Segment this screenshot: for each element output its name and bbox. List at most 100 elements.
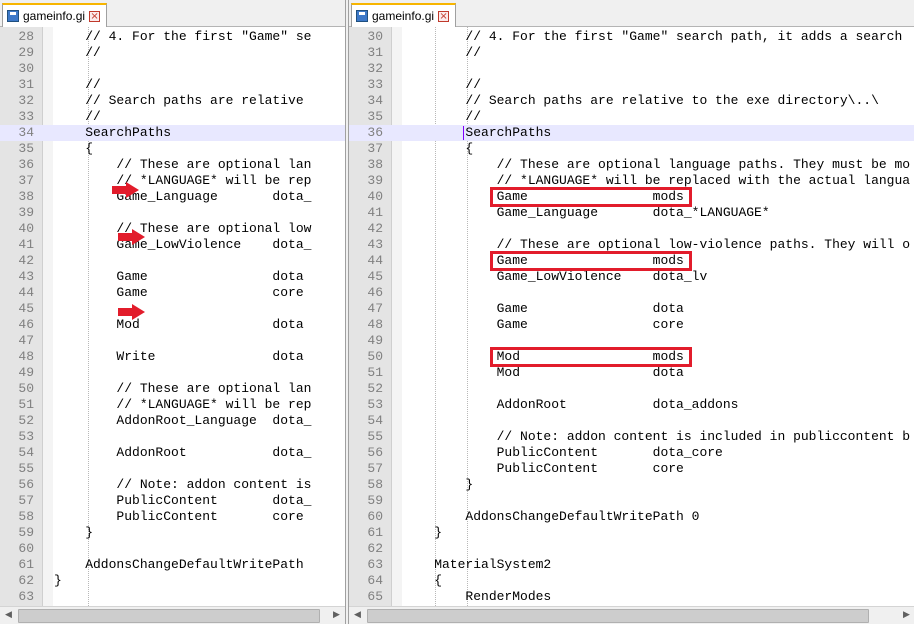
code-line[interactable]: 38 Game_Language dota_	[0, 189, 345, 205]
code-line[interactable]: 62}	[0, 573, 345, 589]
code-line[interactable]: 59 }	[0, 525, 345, 541]
right-code-editor[interactable]: 30 // 4. For the first "Game" search pat…	[349, 27, 914, 606]
code-line[interactable]: 54 AddonRoot dota_	[0, 445, 345, 461]
code-line[interactable]: 53 AddonRoot dota_addons	[349, 397, 914, 413]
left-code-editor[interactable]: 28 // 4. For the first "Game" se 29 //30 3…	[0, 27, 345, 606]
close-icon[interactable]: ×	[438, 10, 450, 22]
code-line[interactable]: 47	[0, 333, 345, 349]
code-line[interactable]: 30	[0, 61, 345, 77]
code-line[interactable]: 56 PublicContent dota_core	[349, 445, 914, 461]
left-horizontal-scrollbar[interactable]: ◀ ▶	[0, 606, 345, 624]
code-line[interactable]: 48 Game core	[349, 317, 914, 333]
code-line[interactable]: 65 RenderModes	[349, 589, 914, 605]
code-line[interactable]: 30 // 4. For the first "Game" search pat…	[349, 29, 914, 45]
line-number: 41	[367, 205, 383, 220]
code-text: Game core	[54, 285, 304, 300]
scroll-right-arrow-icon[interactable]: ▶	[328, 607, 345, 624]
code-text: {	[54, 141, 94, 156]
code-line[interactable]: 64 {	[349, 573, 914, 589]
code-line[interactable]: 45	[0, 301, 345, 317]
code-text: Game_LowViolence dota_	[54, 237, 312, 252]
code-line[interactable]: 55	[0, 461, 345, 477]
code-text: // Note: addon content is included in pu…	[403, 429, 911, 444]
right-file-tab[interactable]: gameinfo.gi ×	[351, 3, 457, 27]
code-text: AddonRoot dota_addons	[403, 397, 739, 412]
code-line[interactable]: 36 // These are optional lan	[0, 157, 345, 173]
left-file-tab[interactable]: gameinfo.gi ×	[2, 3, 108, 27]
code-text: // These are optional low	[54, 221, 312, 236]
code-line[interactable]: 55 // Note: addon content is included in…	[349, 429, 914, 445]
code-line[interactable]: 48 Write dota	[0, 349, 345, 365]
code-line[interactable]: 46 Mod dota	[0, 317, 345, 333]
code-text: MaterialSystem2	[403, 557, 552, 572]
code-line[interactable]: 59	[349, 493, 914, 509]
scroll-right-arrow-icon[interactable]: ▶	[898, 607, 914, 624]
code-line[interactable]: 35 //	[349, 109, 914, 125]
code-line[interactable]: 63	[0, 589, 345, 605]
code-text: // These are optional lan	[54, 157, 312, 172]
line-number: 58	[18, 509, 34, 524]
code-line[interactable]: 35 {	[0, 141, 345, 157]
code-line[interactable]: 28 // 4. For the first "Game" se	[0, 29, 345, 45]
code-line[interactable]: 47 Game dota	[349, 301, 914, 317]
code-line[interactable]: 42	[0, 253, 345, 269]
code-line[interactable]: 51 Mod dota	[349, 365, 914, 381]
code-line[interactable]: 44 Game core	[0, 285, 345, 301]
code-text: Mod dota	[54, 317, 304, 332]
code-line[interactable]: 33 //	[349, 77, 914, 93]
code-line[interactable]: 63 MaterialSystem2	[349, 557, 914, 573]
annotation-arrow-icon	[118, 229, 145, 245]
right-horizontal-scrollbar[interactable]: ◀ ▶	[349, 606, 914, 624]
left-scroll-thumb[interactable]	[18, 609, 320, 623]
code-text: // *LANGUAGE* will be rep	[54, 173, 312, 188]
code-line[interactable]: 52 AddonRoot_Language dota_	[0, 413, 345, 429]
code-line[interactable]: 50 // These are optional lan	[0, 381, 345, 397]
right-scroll-thumb[interactable]	[367, 609, 869, 623]
code-line[interactable]: 61 AddonsChangeDefaultWritePath	[0, 557, 345, 573]
code-line[interactable]: 54	[349, 413, 914, 429]
code-line[interactable]: 33 //	[0, 109, 345, 125]
code-line[interactable]: 36 SearchPaths	[349, 125, 914, 141]
line-number: 37	[18, 173, 34, 188]
code-text: Game_Language dota_*LANGUAGE*	[403, 205, 770, 220]
code-line[interactable]: 29 //	[0, 45, 345, 61]
code-line[interactable]: 60	[0, 541, 345, 557]
code-line[interactable]: 41 Game_LowViolence dota_	[0, 237, 345, 253]
code-line[interactable]: 32 // Search paths are relative	[0, 93, 345, 109]
code-line[interactable]: 34 SearchPaths	[0, 125, 345, 141]
code-line[interactable]: 46	[349, 285, 914, 301]
code-line[interactable]: 45 Game_LowViolence dota_lv	[349, 269, 914, 285]
code-line[interactable]: 38 // These are optional language paths.…	[349, 157, 914, 173]
code-line[interactable]: 49	[0, 365, 345, 381]
code-line[interactable]: 60 AddonsChangeDefaultWritePath 0	[349, 509, 914, 525]
code-line[interactable]: 42	[349, 221, 914, 237]
code-line[interactable]: 58 }	[349, 477, 914, 493]
code-line[interactable]: 37 {	[349, 141, 914, 157]
scroll-left-arrow-icon[interactable]: ◀	[0, 607, 17, 624]
code-line[interactable]: 31 //	[349, 45, 914, 61]
code-line[interactable]: 62	[349, 541, 914, 557]
code-line[interactable]: 37 // *LANGUAGE* will be rep	[0, 173, 345, 189]
code-line[interactable]: 58 PublicContent core	[0, 509, 345, 525]
code-line[interactable]: 31 //	[0, 77, 345, 93]
code-line[interactable]: 41 Game_Language dota_*LANGUAGE*	[349, 205, 914, 221]
code-line[interactable]: 57 PublicContent dota_	[0, 493, 345, 509]
code-text: // These are optional language paths. Th…	[403, 157, 911, 172]
code-line[interactable]: 43 Game dota	[0, 269, 345, 285]
code-line[interactable]: 51 // *LANGUAGE* will be rep	[0, 397, 345, 413]
scroll-left-arrow-icon[interactable]: ◀	[349, 607, 366, 624]
code-line[interactable]: 57 PublicContent core	[349, 461, 914, 477]
line-number: 57	[18, 493, 34, 508]
code-line[interactable]: 39	[0, 205, 345, 221]
code-line[interactable]: 52	[349, 381, 914, 397]
code-line[interactable]: 34 // Search paths are relative to the e…	[349, 93, 914, 109]
code-line[interactable]: 53	[0, 429, 345, 445]
code-line[interactable]: 56 // Note: addon content is	[0, 477, 345, 493]
code-line[interactable]: 32	[349, 61, 914, 77]
close-icon[interactable]: ×	[89, 10, 101, 22]
code-line[interactable]: 40 // These are optional low	[0, 221, 345, 237]
code-text: }	[54, 573, 62, 588]
left-tab-title: gameinfo.gi	[23, 9, 86, 23]
line-number: 51	[18, 397, 34, 412]
code-line[interactable]: 61 }	[349, 525, 914, 541]
